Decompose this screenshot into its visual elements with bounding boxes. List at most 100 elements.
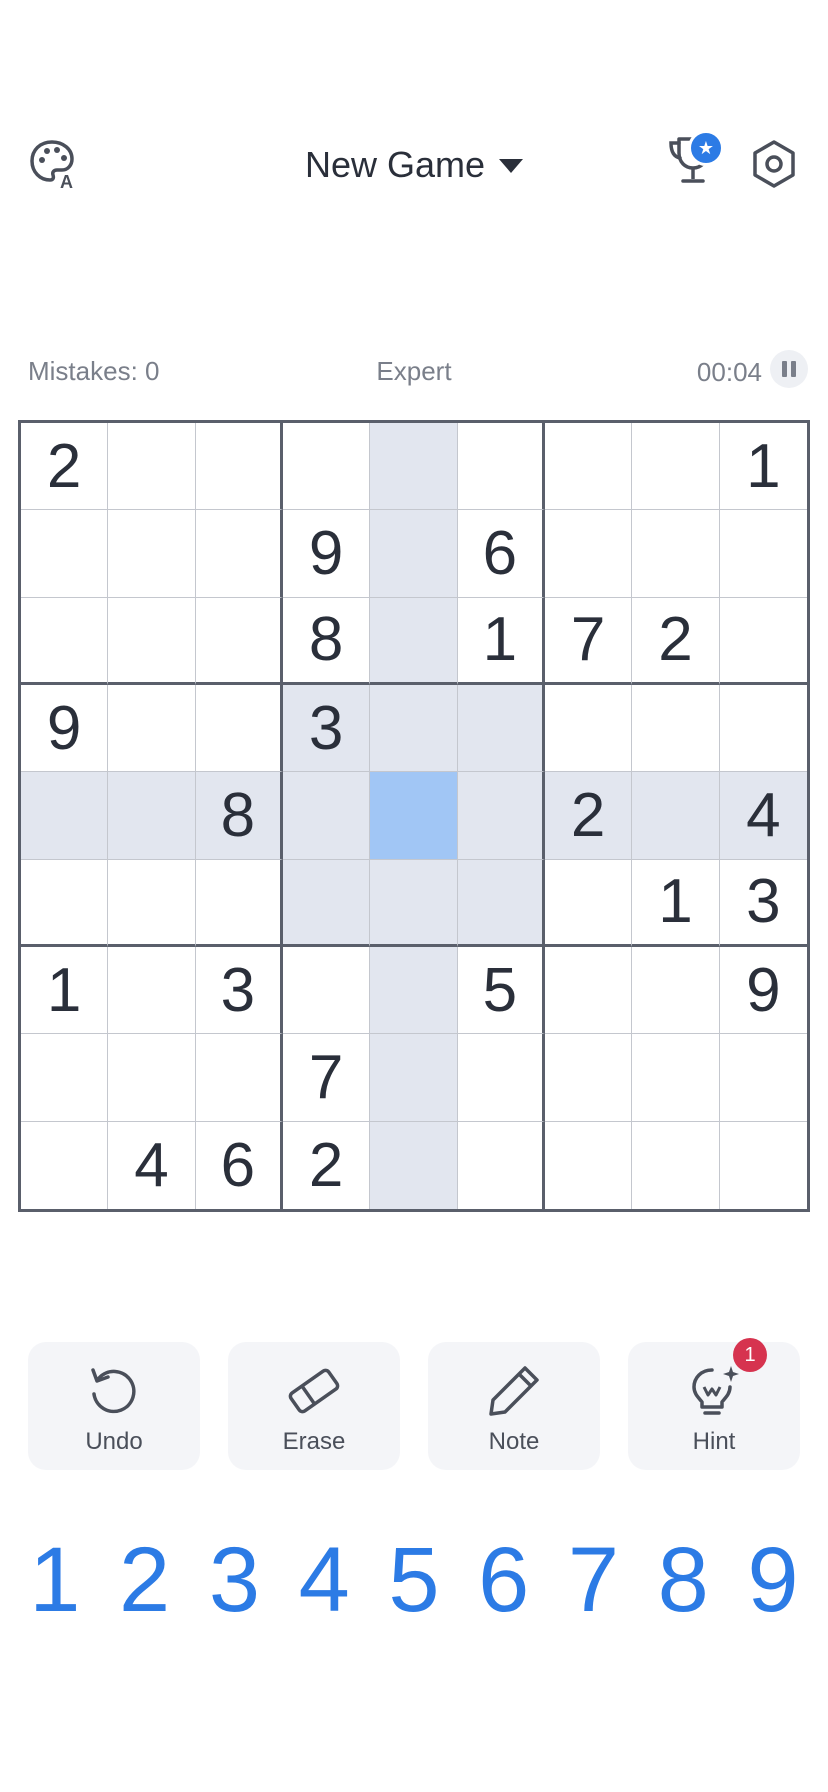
sudoku-cell[interactable]: 2 xyxy=(545,772,633,860)
sudoku-cell[interactable] xyxy=(545,510,633,598)
settings-button[interactable] xyxy=(746,138,802,194)
sudoku-cell[interactable] xyxy=(21,1121,109,1209)
sudoku-cell[interactable] xyxy=(195,597,283,685)
sudoku-cell[interactable] xyxy=(457,423,545,511)
sudoku-cell[interactable] xyxy=(457,772,545,860)
sudoku-cell[interactable]: 3 xyxy=(719,859,807,947)
hint-button[interactable]: Hint 1 xyxy=(628,1338,800,1470)
sudoku-cell[interactable]: 5 xyxy=(457,947,545,1035)
sudoku-cell[interactable] xyxy=(108,423,196,511)
note-button[interactable]: Note xyxy=(428,1342,600,1470)
sudoku-cell[interactable]: 6 xyxy=(195,1121,283,1209)
sudoku-cell[interactable] xyxy=(195,859,283,947)
sudoku-cell[interactable]: 4 xyxy=(719,772,807,860)
sudoku-cell[interactable] xyxy=(21,859,109,947)
sudoku-cell[interactable] xyxy=(457,1121,545,1209)
sudoku-cell[interactable]: 1 xyxy=(21,947,109,1035)
sudoku-cell[interactable] xyxy=(632,772,720,860)
sudoku-cell[interactable] xyxy=(370,510,458,598)
erase-button[interactable]: Erase xyxy=(228,1342,400,1470)
sudoku-cell[interactable]: 4 xyxy=(108,1121,196,1209)
number-button-9[interactable]: 9 xyxy=(731,1534,815,1626)
sudoku-cell[interactable] xyxy=(195,423,283,511)
sudoku-cell[interactable] xyxy=(195,685,283,773)
sudoku-cell[interactable] xyxy=(283,859,371,947)
sudoku-cell[interactable] xyxy=(632,423,720,511)
sudoku-cell[interactable] xyxy=(21,510,109,598)
sudoku-cell[interactable] xyxy=(632,1121,720,1209)
sudoku-cell[interactable] xyxy=(457,1034,545,1122)
sudoku-cell[interactable] xyxy=(108,685,196,773)
sudoku-cell[interactable] xyxy=(370,859,458,947)
sudoku-cell[interactable]: 1 xyxy=(632,859,720,947)
sudoku-cell[interactable] xyxy=(545,685,633,773)
new-game-dropdown[interactable]: New Game xyxy=(305,144,524,186)
sudoku-cell[interactable]: 3 xyxy=(195,947,283,1035)
sudoku-cell[interactable]: 3 xyxy=(283,685,371,773)
trophy-button[interactable]: ★ xyxy=(662,130,724,196)
sudoku-cell[interactable] xyxy=(370,1121,458,1209)
sudoku-cell[interactable]: 1 xyxy=(719,423,807,511)
sudoku-cell[interactable]: 7 xyxy=(545,597,633,685)
pause-button[interactable] xyxy=(770,350,808,388)
number-button-5[interactable]: 5 xyxy=(372,1534,456,1626)
sudoku-cell[interactable] xyxy=(370,947,458,1035)
number-button-6[interactable]: 6 xyxy=(462,1534,546,1626)
sudoku-cell[interactable] xyxy=(457,859,545,947)
number-button-1[interactable]: 1 xyxy=(13,1534,97,1626)
sudoku-cell[interactable]: 9 xyxy=(21,685,109,773)
number-button-2[interactable]: 2 xyxy=(103,1534,187,1626)
sudoku-cell[interactable] xyxy=(283,772,371,860)
sudoku-cell[interactable] xyxy=(545,1034,633,1122)
sudoku-cell[interactable] xyxy=(545,947,633,1035)
sudoku-cell[interactable] xyxy=(108,510,196,598)
sudoku-cell[interactable] xyxy=(545,423,633,511)
sudoku-cell[interactable] xyxy=(108,859,196,947)
sudoku-cell[interactable] xyxy=(108,597,196,685)
sudoku-cell[interactable] xyxy=(370,772,458,860)
sudoku-cell[interactable] xyxy=(283,947,371,1035)
sudoku-cell[interactable] xyxy=(545,859,633,947)
sudoku-cell[interactable] xyxy=(108,1034,196,1122)
sudoku-cell[interactable] xyxy=(719,1121,807,1209)
sudoku-cell[interactable] xyxy=(632,947,720,1035)
sudoku-cell[interactable]: 7 xyxy=(283,1034,371,1122)
hint-count-badge: 1 xyxy=(733,1338,767,1372)
sudoku-cell[interactable]: 9 xyxy=(719,947,807,1035)
sudoku-cell[interactable] xyxy=(21,772,109,860)
sudoku-cell[interactable]: 8 xyxy=(283,597,371,685)
sudoku-cell[interactable] xyxy=(719,510,807,598)
sudoku-cell[interactable] xyxy=(21,597,109,685)
sudoku-cell[interactable] xyxy=(108,772,196,860)
sudoku-cell[interactable] xyxy=(632,1034,720,1122)
sudoku-cell[interactable]: 2 xyxy=(283,1121,371,1209)
sudoku-cell[interactable]: 8 xyxy=(195,772,283,860)
sudoku-cell[interactable]: 2 xyxy=(632,597,720,685)
sudoku-cell[interactable] xyxy=(370,423,458,511)
number-button-3[interactable]: 3 xyxy=(192,1534,276,1626)
number-button-4[interactable]: 4 xyxy=(282,1534,366,1626)
sudoku-cell[interactable]: 6 xyxy=(457,510,545,598)
sudoku-cell[interactable] xyxy=(195,510,283,598)
sudoku-cell[interactable] xyxy=(370,597,458,685)
sudoku-cell[interactable] xyxy=(370,1034,458,1122)
sudoku-cell[interactable]: 9 xyxy=(283,510,371,598)
sudoku-cell[interactable] xyxy=(370,685,458,773)
sudoku-cell[interactable] xyxy=(545,1121,633,1209)
sudoku-cell[interactable] xyxy=(108,947,196,1035)
sudoku-cell[interactable] xyxy=(632,685,720,773)
sudoku-cell[interactable] xyxy=(457,685,545,773)
number-button-7[interactable]: 7 xyxy=(551,1534,635,1626)
number-button-8[interactable]: 8 xyxy=(641,1534,725,1626)
sudoku-cell[interactable] xyxy=(719,1034,807,1122)
sudoku-cell[interactable] xyxy=(21,1034,109,1122)
sudoku-cell[interactable] xyxy=(195,1034,283,1122)
sudoku-cell[interactable]: 2 xyxy=(21,423,109,511)
number-pad: 1 2 3 4 5 6 7 8 9 xyxy=(10,1530,818,1630)
sudoku-cell[interactable] xyxy=(719,597,807,685)
sudoku-cell[interactable] xyxy=(632,510,720,598)
sudoku-cell[interactable] xyxy=(719,685,807,773)
sudoku-cell[interactable]: 1 xyxy=(457,597,545,685)
sudoku-cell[interactable] xyxy=(283,423,371,511)
undo-button[interactable]: Undo xyxy=(28,1342,200,1470)
